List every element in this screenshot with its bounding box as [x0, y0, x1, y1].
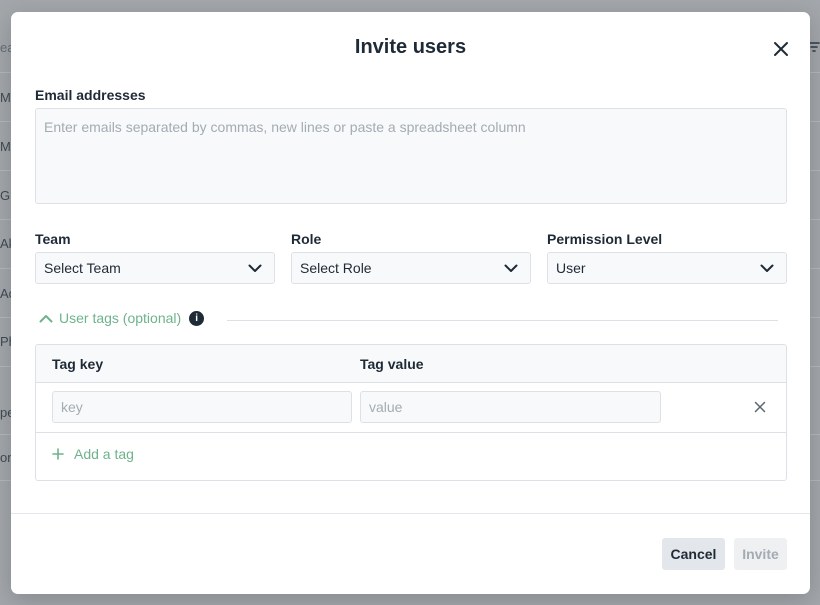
- role-select[interactable]: Select Role: [291, 252, 531, 284]
- footer-divider: [11, 513, 810, 514]
- invite-button[interactable]: Invite: [734, 538, 787, 570]
- modal-title: Invite users: [354, 36, 467, 58]
- permission-level-label: Permission Level: [547, 231, 663, 247]
- plus-icon: [52, 448, 64, 460]
- close-icon: [774, 42, 788, 56]
- email-addresses-input[interactable]: [35, 108, 787, 204]
- tag-value-header: Tag value: [360, 356, 424, 372]
- add-tag-button[interactable]: Add a tag: [52, 446, 134, 462]
- chevron-down-icon: [504, 264, 518, 272]
- table-row: [36, 383, 786, 433]
- close-button[interactable]: [770, 38, 792, 60]
- role-select-value: Select Role: [300, 260, 372, 276]
- team-label: Team: [35, 231, 71, 247]
- close-icon: [754, 401, 766, 413]
- chevron-down-icon: [760, 264, 774, 272]
- tags-table: Tag key Tag value Add a tag: [35, 344, 787, 481]
- tag-key-header: Tag key: [52, 356, 104, 372]
- team-select-value: Select Team: [44, 260, 121, 276]
- chevron-down-icon: [248, 264, 262, 272]
- cancel-button[interactable]: Cancel: [662, 538, 725, 570]
- tag-key-input[interactable]: [52, 391, 352, 423]
- remove-tag-button[interactable]: [754, 400, 768, 414]
- role-label: Role: [291, 231, 322, 247]
- add-tag-label: Add a tag: [74, 446, 134, 462]
- team-select[interactable]: Select Team: [35, 252, 275, 284]
- permission-level-select[interactable]: User: [547, 252, 787, 284]
- invite-users-modal: Invite users Email addresses Team Select…: [11, 12, 810, 594]
- tag-value-input[interactable]: [360, 391, 661, 423]
- info-icon[interactable]: i: [189, 310, 205, 326]
- user-tags-label: User tags (optional): [59, 310, 182, 326]
- chevron-up-icon: [39, 314, 53, 322]
- permission-level-value: User: [556, 260, 586, 276]
- user-tags-toggle[interactable]: User tags (optional) i: [39, 310, 205, 326]
- tags-table-header: Tag key Tag value: [36, 345, 786, 383]
- tags-divider: [227, 320, 778, 321]
- email-label: Email addresses: [35, 87, 146, 103]
